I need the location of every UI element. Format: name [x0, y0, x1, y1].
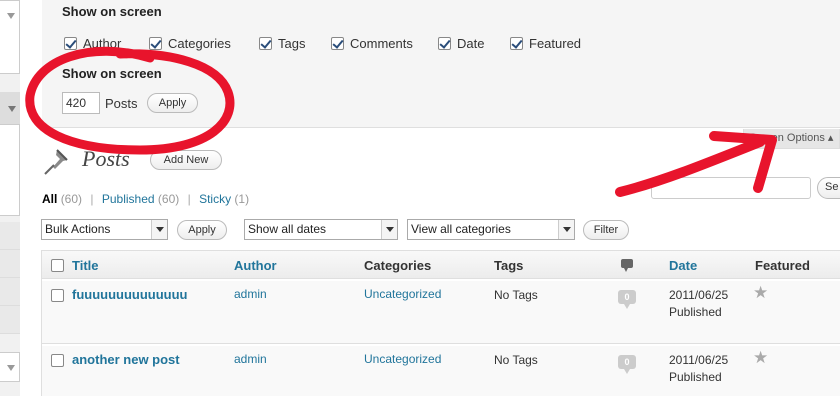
post-tags: No Tags — [494, 288, 538, 302]
post-date: 2011/06/25 Published — [669, 352, 728, 386]
posts-pushpin-icon — [44, 149, 68, 175]
select-all-checkbox[interactable] — [51, 259, 64, 272]
admin-sidebar — [0, 0, 20, 396]
screen-options-tab[interactable]: Screen Options ▴ — [743, 129, 840, 149]
bulk-actions-value: Bulk Actions — [45, 222, 111, 236]
table-row: another new post admin Uncategorized No … — [42, 345, 840, 396]
separator: | — [187, 192, 191, 206]
post-author-link[interactable]: admin — [234, 287, 267, 301]
add-new-button[interactable]: Add New — [150, 150, 222, 170]
status-all-count: (60) — [60, 192, 83, 206]
sidebar-menu-item[interactable] — [0, 222, 20, 250]
post-title-link[interactable]: fuuuuuuuuuuuuuu — [72, 287, 188, 302]
star-icon[interactable]: ★ — [753, 348, 768, 368]
status-published-link[interactable]: Published — [102, 192, 155, 206]
column-toggle-tags[interactable]: Tags — [259, 35, 305, 51]
dates-filter-select[interactable]: Show all dates — [244, 219, 398, 240]
checkbox[interactable] — [64, 36, 77, 50]
column-toggle-author[interactable]: Author — [64, 35, 121, 51]
sidebar-menu-item[interactable] — [0, 306, 20, 334]
chevron-down-icon[interactable] — [7, 365, 15, 371]
column-tags-header: Tags — [494, 258, 524, 273]
sidebar-menu-header[interactable] — [0, 92, 20, 124]
categories-filter-select[interactable]: View all categories — [407, 219, 575, 240]
dropdown-arrow-icon — [151, 220, 167, 239]
column-toggle-featured[interactable]: Featured — [510, 35, 581, 51]
filter-button[interactable]: Filter — [583, 220, 629, 240]
post-status: Published — [669, 370, 722, 384]
status-sticky-count: (1) — [234, 192, 250, 206]
table-row: fuuuuuuuuuuuuuu admin Uncategorized No T… — [42, 280, 840, 344]
chevron-down-icon[interactable] — [8, 106, 16, 112]
sidebar-widget-mid — [0, 124, 20, 216]
screen-options-apply-button[interactable]: Apply — [147, 93, 198, 113]
comment-count-bubble[interactable]: 0 — [618, 355, 636, 374]
post-date-value: 2011/06/25 — [669, 353, 729, 367]
column-author-header[interactable]: Author — [234, 258, 277, 273]
column-featured-header: Featured — [755, 258, 810, 273]
sidebar-widget-bottom — [0, 352, 20, 382]
bulk-apply-button[interactable]: Apply — [177, 220, 227, 240]
column-toggle-comments[interactable]: Comments — [331, 35, 413, 51]
sidebar-menu-item[interactable] — [0, 250, 20, 278]
star-icon[interactable]: ★ — [753, 283, 768, 303]
post-category-link[interactable]: Uncategorized — [364, 287, 441, 301]
checkbox[interactable] — [331, 36, 344, 50]
posts-table: Title Author Categories Tags Date Featur… — [41, 250, 840, 396]
checkbox[interactable] — [510, 36, 523, 50]
status-all-link[interactable]: All — [42, 192, 57, 206]
per-page-label: Posts — [105, 96, 138, 111]
screen-options-panel: Show on screen Author Categories Tags Co… — [42, 0, 840, 128]
column-categories-header: Categories — [364, 258, 432, 273]
post-status-filter: All (60) | Published (60) | Sticky (1) — [42, 192, 249, 206]
row-checkbox[interactable] — [51, 289, 64, 302]
page-title: Posts — [82, 146, 130, 171]
post-author-link[interactable]: admin — [234, 352, 267, 366]
sidebar-menu-item[interactable] — [0, 278, 20, 306]
status-sticky-link[interactable]: Sticky — [199, 192, 231, 206]
posts-per-page-input[interactable] — [62, 92, 100, 114]
column-title-header[interactable]: Title — [72, 258, 99, 273]
dropdown-arrow-icon — [381, 220, 397, 239]
bulk-actions-select[interactable]: Bulk Actions — [41, 219, 168, 240]
chevron-down-icon[interactable] — [7, 13, 15, 19]
column-toggle-categories[interactable]: Categories — [149, 35, 231, 51]
column-date-header[interactable]: Date — [669, 258, 697, 273]
checkbox[interactable] — [259, 36, 272, 50]
columns-heading: Show on screen — [62, 4, 162, 19]
dropdown-arrow-icon — [558, 220, 574, 239]
separator: | — [90, 192, 94, 206]
post-status: Published — [669, 305, 722, 319]
status-published-count: (60) — [157, 192, 180, 206]
sidebar-widget-top — [0, 0, 20, 74]
table-header: Title Author Categories Tags Date Featur… — [42, 251, 840, 279]
checkbox[interactable] — [149, 36, 162, 50]
post-tags: No Tags — [494, 353, 538, 367]
dates-filter-value: Show all dates — [248, 222, 327, 236]
checkbox[interactable] — [438, 36, 451, 50]
column-toggle-date[interactable]: Date — [438, 35, 484, 51]
search-input[interactable] — [651, 177, 811, 199]
row-checkbox[interactable] — [51, 354, 64, 367]
post-title-link[interactable]: another new post — [72, 352, 180, 367]
per-page-heading: Show on screen — [62, 66, 162, 81]
post-category-link[interactable]: Uncategorized — [364, 352, 441, 366]
comment-bubble-icon[interactable] — [621, 259, 633, 272]
post-date: 2011/06/25 Published — [669, 287, 728, 321]
categories-filter-value: View all categories — [411, 222, 511, 236]
comment-count-bubble[interactable]: 0 — [618, 290, 636, 309]
post-date-value: 2011/06/25 — [669, 288, 729, 302]
search-posts-button[interactable]: Se — [817, 177, 840, 199]
